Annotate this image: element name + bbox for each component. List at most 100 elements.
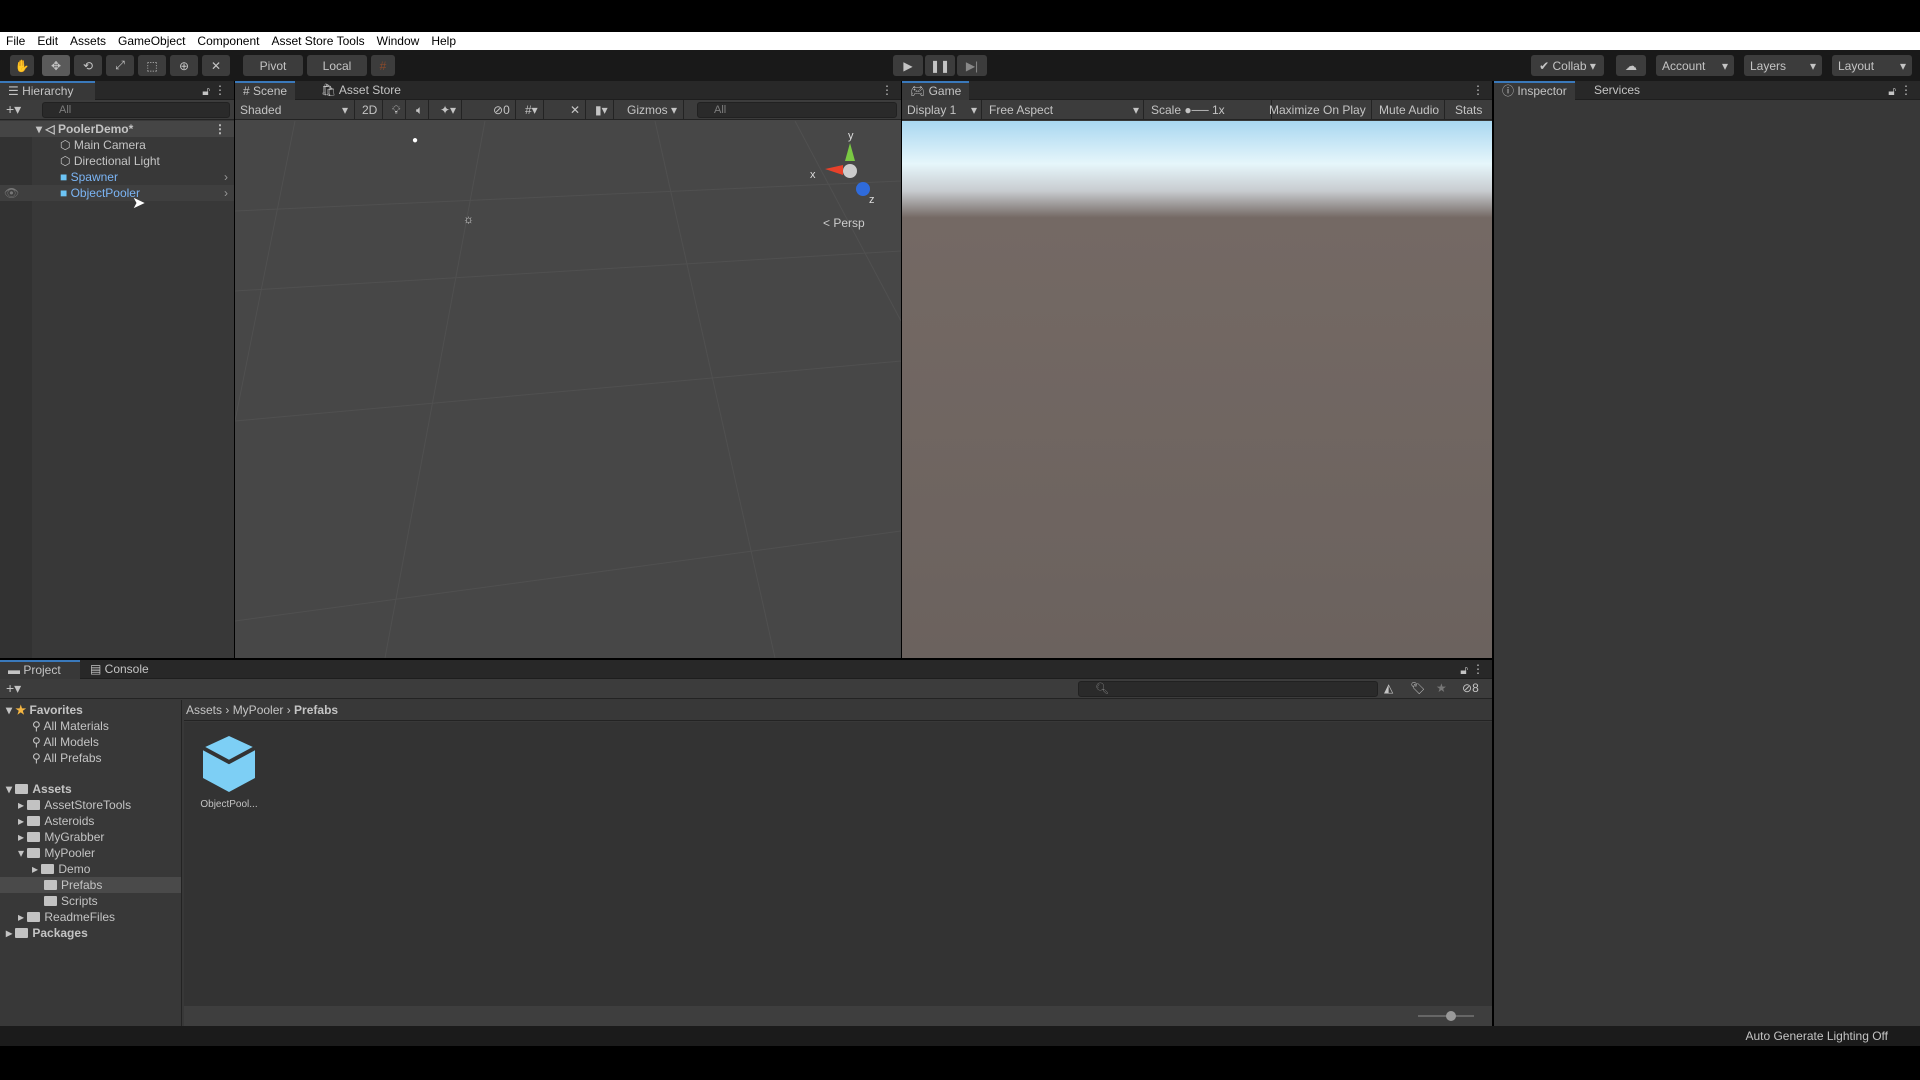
hierarchy-item[interactable]: ■ Spawner ›: [0, 169, 234, 185]
favorite-item[interactable]: ⚲ All Prefabs: [0, 750, 181, 766]
folder-row[interactable]: ▾ MyPooler: [0, 845, 181, 861]
stats-toggle[interactable]: Stats: [1450, 100, 1487, 120]
hidden-objects-toggle[interactable]: ⊘0: [488, 100, 516, 120]
menu-help[interactable]: Help: [431, 34, 456, 48]
more-icon[interactable]: ⋮: [1472, 83, 1484, 97]
maximize-on-play-toggle[interactable]: Maximize On Play: [1264, 100, 1372, 120]
mute-audio-toggle[interactable]: Mute Audio: [1374, 100, 1446, 120]
scene-search-input[interactable]: All: [697, 102, 897, 118]
folder-label: ReadmeFiles: [44, 910, 116, 924]
project-search-input[interactable]: 🔍︎: [1078, 681, 1378, 697]
gizmos-dropdown[interactable]: Gizmos ▾: [622, 100, 684, 120]
folder-row-selected[interactable]: Prefabs: [0, 877, 181, 893]
account-dropdown[interactable]: Account ▾: [1656, 55, 1734, 76]
asset-tile[interactable]: ObjectPool...: [196, 734, 262, 810]
more-icon[interactable]: ⋮: [1900, 83, 1912, 97]
camera-icon[interactable]: ▮▾: [590, 100, 614, 120]
move-tool-icon[interactable]: ✥: [42, 55, 70, 76]
favorites-row[interactable]: ▾ ★ Favorites: [0, 702, 181, 718]
rect-tool-icon[interactable]: ⬚: [138, 55, 166, 76]
favorite-star-icon[interactable]: ★: [1436, 681, 1447, 695]
folder-row[interactable]: ▸ MyGrabber: [0, 829, 181, 845]
menu-edit[interactable]: Edit: [37, 34, 58, 48]
favorite-item[interactable]: ⚲ All Materials: [0, 718, 181, 734]
tab-inspector[interactable]: ⓘ Inspector: [1494, 81, 1575, 100]
menu-asset-store-tools[interactable]: Asset Store Tools: [271, 34, 364, 48]
layers-dropdown[interactable]: Layers ▾: [1744, 55, 1822, 76]
add-button[interactable]: +▾: [6, 680, 21, 697]
folder-row[interactable]: ▸ Asteroids: [0, 813, 181, 829]
menu-file[interactable]: File: [6, 34, 25, 48]
grid-toggle-icon[interactable]: #▾: [520, 100, 544, 120]
add-button[interactable]: +▾: [6, 101, 21, 118]
layout-dropdown[interactable]: Layout ▾: [1832, 55, 1912, 76]
more-icon[interactable]: ⋮: [1472, 662, 1484, 676]
packages-row[interactable]: ▸ Packages: [0, 925, 181, 941]
custom-tool-icon[interactable]: ✕: [202, 55, 230, 76]
collab-button[interactable]: ✔ Collab ▾: [1531, 55, 1604, 76]
effects-toggle-icon[interactable]: ✦▾: [435, 100, 463, 120]
aspect-dropdown[interactable]: Free Aspect ▾: [984, 100, 1144, 120]
visibility-icon[interactable]: 👁︎: [4, 185, 19, 201]
icon-size-slider[interactable]: [1418, 1011, 1474, 1021]
status-text[interactable]: Auto Generate Lighting Off: [1745, 1029, 1888, 1043]
search-by-label-icon[interactable]: 🏷︎: [1410, 681, 1425, 695]
tab-project[interactable]: ▬ Project: [0, 660, 80, 679]
play-button[interactable]: ▶: [893, 55, 923, 76]
audio-toggle-icon[interactable]: 🔈︎: [411, 100, 430, 120]
tools-icon[interactable]: ✕: [565, 100, 587, 120]
hierarchy-item[interactable]: 👁︎ ■ ObjectPooler ›: [0, 185, 234, 201]
assets-row[interactable]: ▾ Assets: [0, 781, 181, 797]
lock-icon[interactable]: 🔓︎: [1460, 663, 1468, 678]
more-icon[interactable]: ⋮: [881, 83, 893, 97]
pivot-button[interactable]: Pivot: [243, 55, 303, 76]
local-button[interactable]: Local: [307, 55, 367, 76]
tab-game[interactable]: 🎮︎ Game: [902, 81, 970, 100]
menu-window[interactable]: Window: [377, 34, 420, 48]
folder-row[interactable]: ▸ AssetStoreTools: [0, 797, 181, 813]
orientation-gizmo[interactable]: y x z < Persp: [810, 130, 875, 230]
tab-scene[interactable]: # Scene: [235, 81, 296, 100]
folder-row[interactable]: Scripts: [0, 893, 181, 909]
lock-icon[interactable]: 🔓︎: [1888, 84, 1896, 99]
scene-root-row[interactable]: ▾ ◁ PoolerDemo* ⋮: [0, 121, 234, 137]
tab-services[interactable]: Services: [1586, 81, 1648, 100]
search-by-type-icon[interactable]: ◭: [1384, 681, 1393, 695]
lighting-toggle-icon[interactable]: 💡︎: [387, 100, 407, 120]
tab-asset-store[interactable]: 🛍︎ Asset Store: [313, 81, 409, 100]
scene-name: PoolerDemo*: [57, 122, 134, 136]
scale-slider[interactable]: Scale ●── 1x: [1146, 100, 1272, 120]
2d-toggle[interactable]: 2D: [357, 100, 383, 120]
hierarchy-search-input[interactable]: All: [42, 102, 230, 118]
lock-icon[interactable]: 🔓︎: [202, 84, 210, 99]
scene-viewport[interactable]: ☼ ● y x z < Persp: [235, 121, 901, 658]
hand-tool-icon[interactable]: ✋: [10, 55, 34, 76]
shading-dropdown[interactable]: Shaded ▾: [235, 100, 355, 120]
menu-assets[interactable]: Assets: [70, 34, 106, 48]
menu-component[interactable]: Component: [197, 34, 259, 48]
pause-button[interactable]: ❚❚: [925, 55, 955, 76]
tab-hierarchy[interactable]: ☰ Hierarchy: [0, 81, 95, 100]
more-icon[interactable]: ⋮: [214, 83, 226, 97]
cloud-icon[interactable]: ☁: [1616, 55, 1646, 76]
step-button[interactable]: ▶|: [957, 55, 987, 76]
hierarchy-item[interactable]: ⬡ Directional Light: [0, 153, 234, 169]
breadcrumb-mypooler[interactable]: MyPooler: [233, 703, 284, 717]
hierarchy-panel: ☰ Hierarchy 🔓︎ ⋮ +▾ All ▾ ◁ PoolerDemo* ⋮ …: [0, 81, 234, 658]
hierarchy-item[interactable]: ⬡ Main Camera: [0, 137, 234, 153]
menu-gameobject[interactable]: GameObject: [118, 34, 185, 48]
display-dropdown[interactable]: Display 1 ▾: [902, 100, 982, 120]
folder-row[interactable]: ▸ ReadmeFiles: [0, 909, 181, 925]
transform-tool-icon[interactable]: ⊕: [170, 55, 198, 76]
grid-snap-icon[interactable]: #: [371, 55, 395, 76]
status-bar: Auto Generate Lighting Off: [0, 1026, 1920, 1046]
breadcrumb-assets[interactable]: Assets: [186, 703, 222, 717]
tab-console[interactable]: ▤ Console: [82, 660, 157, 679]
hidden-packages-toggle[interactable]: ⊘8: [1462, 681, 1479, 695]
scale-tool-icon[interactable]: ⤢: [106, 55, 134, 76]
favorite-item[interactable]: ⚲ All Models: [0, 734, 181, 750]
breadcrumb-prefabs[interactable]: Prefabs: [294, 703, 338, 717]
rotate-tool-icon[interactable]: ⟲: [74, 55, 102, 76]
game-viewport[interactable]: [902, 121, 1492, 658]
folder-row[interactable]: ▸ Demo: [0, 861, 181, 877]
